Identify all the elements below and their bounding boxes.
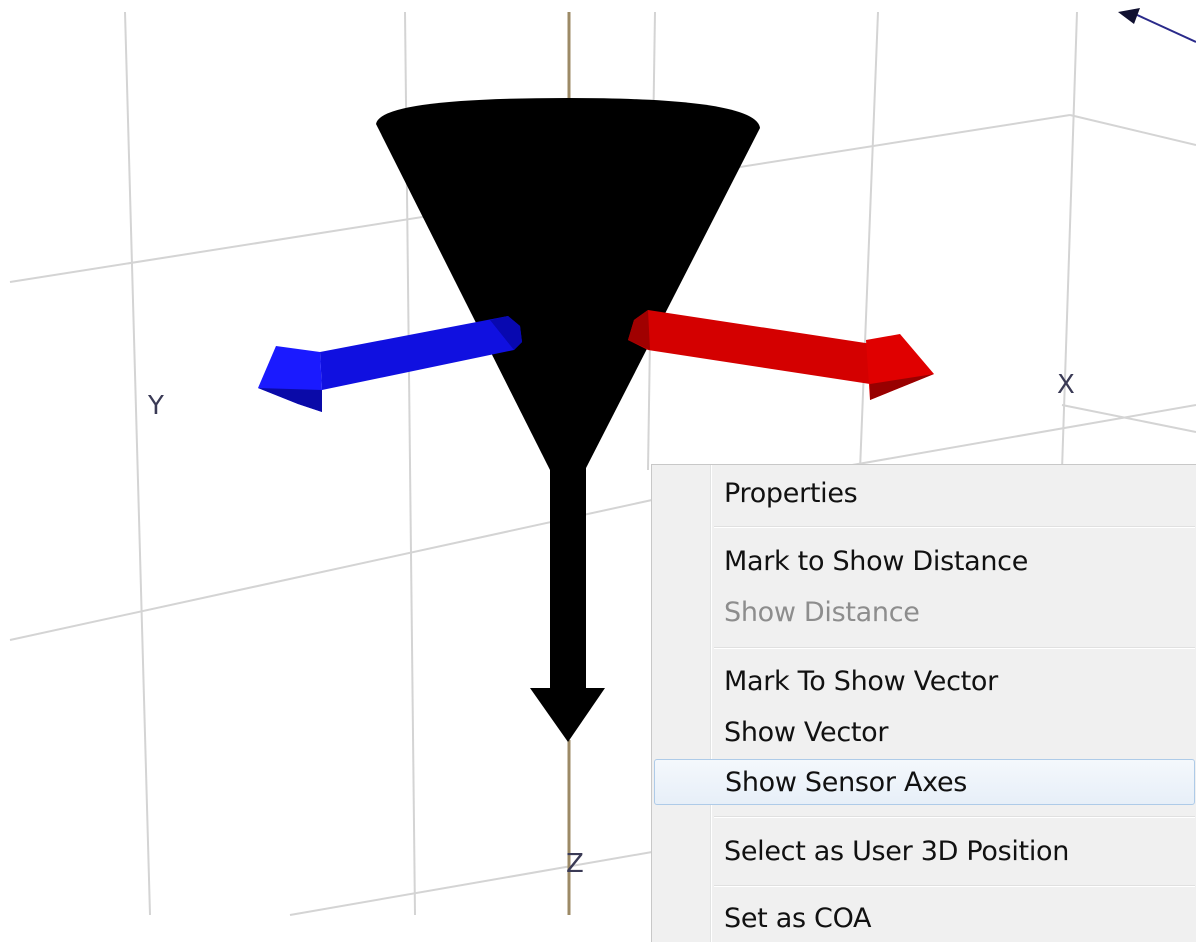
menu-item-label: Set as COA xyxy=(724,903,872,934)
menu-item-mark-to-show-vector[interactable]: Mark To Show Vector xyxy=(654,659,1195,705)
menu-item-label: Select as User 3D Position xyxy=(724,836,1070,867)
menu-item-label: Show Vector xyxy=(724,717,889,748)
grid-line xyxy=(289,851,653,916)
context-menu: Properties Mark to Show Distance Show Di… xyxy=(651,464,1196,942)
menu-item-label: Show Distance xyxy=(724,597,920,628)
menu-item-label: Properties xyxy=(724,478,858,509)
menu-item-label: Show Sensor Axes xyxy=(725,767,968,798)
menu-item-label: Mark To Show Vector xyxy=(724,666,998,697)
y-axis-label: Y xyxy=(147,391,164,421)
offscreen-vector-arrow xyxy=(1118,8,1196,43)
menu-separator xyxy=(714,647,1195,649)
menu-item-properties[interactable]: Properties xyxy=(654,471,1195,517)
y-axis-arrow xyxy=(258,316,522,412)
z-axis-arrow xyxy=(530,465,605,742)
grid-line xyxy=(1061,11,1078,471)
3d-viewport[interactable]: Y X Z Properties Mark to Show Distance S… xyxy=(0,0,1196,942)
menu-item-select-as-user-3d-position[interactable]: Select as User 3D Position xyxy=(654,829,1195,875)
menu-item-show-sensor-axes[interactable]: Show Sensor Axes xyxy=(654,759,1195,805)
menu-separator xyxy=(714,816,1195,818)
grid-line xyxy=(124,11,151,916)
menu-item-show-distance: Show Distance xyxy=(654,590,1195,636)
z-axis-label: Z xyxy=(566,849,584,879)
grid-line xyxy=(1069,114,1196,146)
grid-line xyxy=(859,11,879,471)
menu-separator xyxy=(714,885,1195,887)
x-axis-label: X xyxy=(1057,370,1075,400)
menu-item-label: Mark to Show Distance xyxy=(724,546,1029,577)
sensor-cone[interactable] xyxy=(376,98,760,470)
menu-separator xyxy=(714,526,1195,528)
menu-item-show-vector[interactable]: Show Vector xyxy=(654,710,1195,756)
menu-item-mark-to-show-distance[interactable]: Mark to Show Distance xyxy=(654,539,1195,585)
menu-item-set-as-coa[interactable]: Set as COA xyxy=(654,896,1195,942)
x-axis-arrow xyxy=(628,310,934,400)
